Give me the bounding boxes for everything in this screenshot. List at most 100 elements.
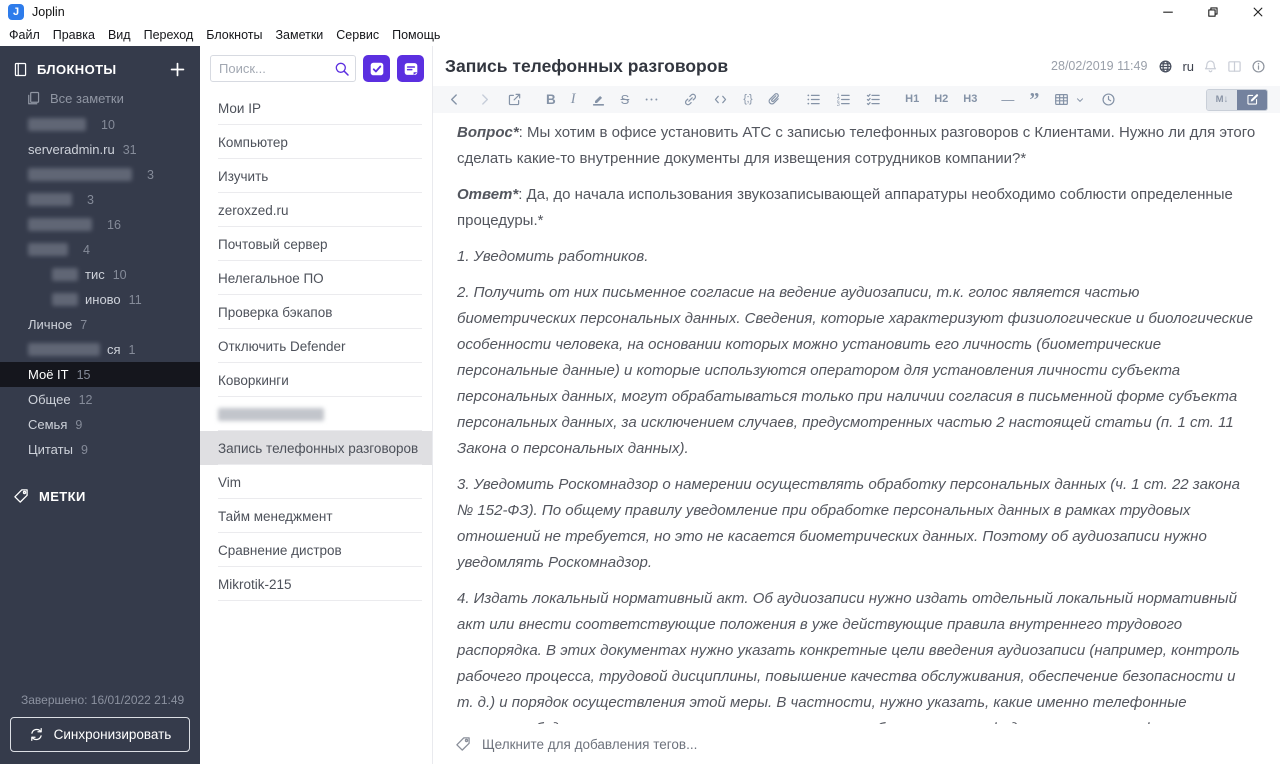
heading-2-button[interactable]: H2 [934,94,948,105]
menu-item-правка[interactable]: Правка [53,28,95,42]
new-notebook-button[interactable] [169,61,186,78]
sidebar-notebook-item[interactable]: 16 [0,212,200,237]
menu-item-сервис[interactable]: Сервис [336,28,379,42]
layout-split-icon[interactable] [1227,59,1242,74]
bold-button[interactable]: B [546,93,556,107]
sidebar-notebook-item[interactable]: Общее 12 [0,387,200,412]
note-list-item[interactable]: Нелегальное ПО [200,261,432,295]
toolbar-group: H1 H2 H3 [905,94,977,105]
numbered-list-button[interactable]: 123 [836,92,851,107]
note-list-item[interactable]: Проверка бэкапов [200,295,432,329]
richtext-view-button[interactable] [1237,89,1267,110]
note-list-item[interactable]: Коворкинги [200,363,432,397]
note-properties-icon[interactable] [1251,59,1266,74]
sidebar-notebook-item[interactable]: тис 10 [0,262,200,287]
back-button[interactable] [447,92,462,107]
sidebar-item-all-notes[interactable]: Все заметки [0,87,200,112]
attach-file-button[interactable] [767,92,782,107]
heading-3-button[interactable]: H3 [963,94,977,105]
note-list-item[interactable]: Мои IP [200,91,432,125]
note-list-item[interactable]: Запись телефонных разговоров [200,431,432,465]
redacted-note-title [218,407,324,421]
menu-item-блокноты[interactable]: Блокноты [206,28,262,42]
table-button[interactable] [1054,92,1069,107]
sidebar-notebook-item[interactable]: Цитаты 9 [0,437,200,462]
sidebar-notebook-item[interactable]: 4 [0,237,200,262]
new-todo-icon [369,61,385,77]
sidebar-notebook-item[interactable]: serveradmin.ru 31 [0,137,200,162]
note-list: Мои IP Компьютер Изучить zeroxzed.ru Почтовы… [200,91,432,601]
horizontal-rule-button[interactable]: — [1001,93,1014,106]
code-block-button[interactable]: {;} [743,94,752,105]
hyperlink-button[interactable] [683,92,698,107]
sidebar-notebook-item[interactable]: Личное 7 [0,312,200,337]
note-list-item[interactable]: Отключить Defender [200,329,432,363]
sidebar-notebook-item[interactable]: Семья 9 [0,412,200,437]
joplin-logo-icon: J [8,4,24,20]
bulleted-list-button[interactable] [806,92,821,107]
note-list-item[interactable]: Тайм менеджмент [200,499,432,533]
sidebar-notebook-item[interactable]: 10 [0,112,200,137]
toolbar-group: —” [1001,90,1116,110]
menu-item-файл[interactable]: Файл [9,28,40,42]
menu-item-вид[interactable]: Вид [108,28,131,42]
synchronize-button[interactable]: Синхронизировать [10,717,190,752]
redacted-notebook-label [28,118,86,131]
note-list-item[interactable]: zeroxzed.ru [200,193,432,227]
note-list-item[interactable]: Сравнение дистров [200,533,432,567]
note-list-item[interactable]: Компьютер [200,125,432,159]
external-link-button[interactable] [507,92,522,107]
note-item-title: Mikrotik-215 [218,576,292,592]
sidebar-notebook-item[interactable]: Моё IT 15 [0,362,200,387]
redacted-notebook-label [28,193,72,206]
toolbar-group: {;} [683,92,782,107]
tag-bar[interactable]: Щелкните для добавления тегов... [433,724,1280,764]
forward-button[interactable] [477,92,492,107]
inline-code-button[interactable] [713,92,728,107]
close-button[interactable] [1235,0,1280,24]
highlight-button[interactable] [591,92,606,107]
restore-button[interactable] [1190,0,1235,24]
sidebar-notebook-item[interactable]: 3 [0,187,200,212]
note-list-item[interactable]: Почтовый сервер [200,227,432,261]
menu-item-помощь[interactable]: Помощь [392,28,440,42]
hyperlink-icon [683,92,698,107]
note-list-item[interactable]: Vim [200,465,432,499]
note-title[interactable]: Запись телефонных разговоров [445,56,728,77]
note-body[interactable]: Вопрос*: Мы хотим в офисе установить АТС… [433,113,1280,724]
sync-status: Завершено: 16/01/2022 21:49 [21,693,185,707]
redacted-notebook-label [28,243,68,256]
sidebar-notebook-item[interactable]: ся 1 [0,337,200,362]
alarm-bell-icon[interactable] [1203,59,1218,74]
table-caret-button[interactable] [1074,94,1086,106]
spellcheck-locale[interactable]: ru [1182,59,1194,74]
redacted-notebook-label [52,293,78,306]
more-button[interactable] [644,92,659,107]
note-list-item[interactable]: Изучить [200,159,432,193]
quote-button[interactable]: ” [1029,90,1039,110]
sidebar-notebook-item[interactable]: иново 11 [0,287,200,312]
sidebar-notebook-item[interactable]: 3 [0,162,200,187]
note-list-item[interactable] [200,397,432,431]
spellcheck-globe-icon[interactable] [1158,59,1173,74]
minimize-button[interactable] [1145,0,1190,24]
tag-icon [13,488,29,504]
main-area: БЛОКНОТЫ Все заметки 10 serveradmin.ru 31 3… [0,46,1280,764]
notebook-label: Семья [28,417,68,432]
menu-item-переход[interactable]: Переход [144,28,194,42]
note-item-title: Запись телефонных разговоров [218,440,419,456]
editor-header: Запись телефонных разговоров 28/02/2019 … [433,46,1280,86]
italic-button[interactable]: I [571,92,576,107]
strikethrough-button[interactable]: S [621,93,630,106]
tags-header-label: МЕТКИ [39,488,86,504]
clock-button[interactable] [1101,92,1116,107]
note-list-item[interactable]: Mikrotik-215 [200,567,432,601]
new-note-button[interactable] [397,55,424,82]
note-paragraph: Ответ*: Да, до начала использования звук… [457,186,1233,229]
window-controls [1145,0,1280,24]
new-todo-button[interactable] [363,55,390,82]
markdown-view-button[interactable]: M↓ [1207,89,1237,110]
check-list-button[interactable] [866,92,881,107]
menu-item-заметки[interactable]: Заметки [275,28,323,42]
heading-1-button[interactable]: H1 [905,94,919,105]
